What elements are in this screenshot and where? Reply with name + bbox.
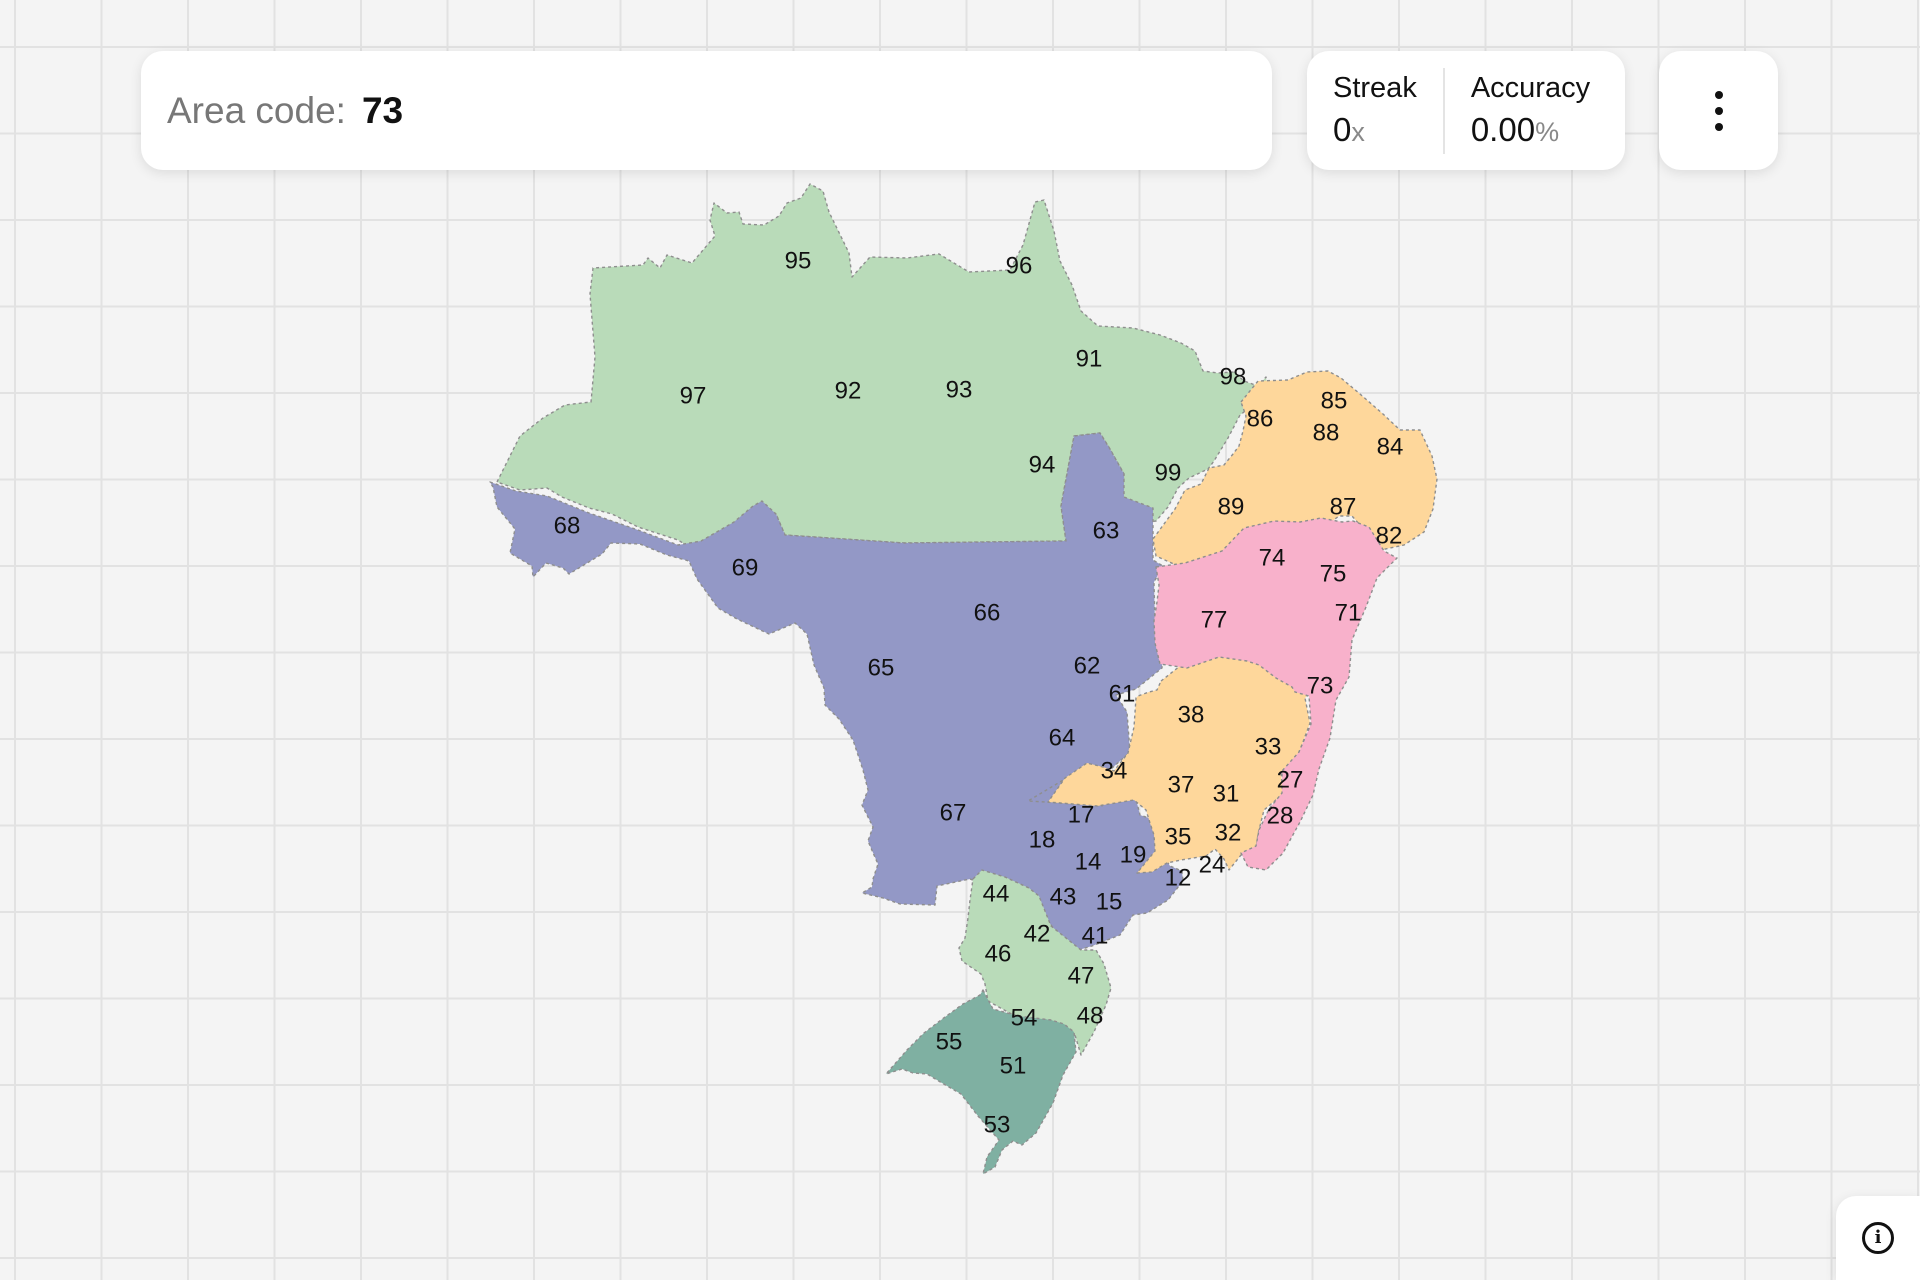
area-code-label: 48: [1077, 1002, 1104, 1029]
brazil-area-code-map: 95 96 97 92 93 91 98 85 86 88 84 94 99 89 87 82 68 63 74 75…: [489, 183, 1438, 1175]
area-code-label: 91: [1076, 345, 1103, 372]
area-code-label: 97: [680, 382, 707, 409]
area-code-label: 82: [1376, 522, 1403, 549]
area-code-label: 14: [1075, 848, 1102, 875]
area-code-label: 73: [1307, 672, 1334, 699]
area-code-label: 46: [985, 940, 1012, 967]
states-north-region: [496, 183, 1269, 557]
area-code-label: 47: [1068, 962, 1095, 989]
region-north[interactable]: [496, 183, 1269, 557]
area-code-label: 63: [1093, 517, 1120, 544]
area-code-label: 94: [1029, 451, 1056, 478]
area-code-label: 12: [1165, 864, 1192, 891]
area-code-label: 33: [1255, 733, 1282, 760]
area-code-label: 54: [1011, 1004, 1038, 1031]
area-code-label: 18: [1029, 826, 1056, 853]
area-code-label: 41: [1082, 922, 1109, 949]
area-code-label: 43: [1050, 883, 1077, 910]
area-code-label: 85: [1321, 387, 1348, 414]
area-code-label: 89: [1218, 493, 1245, 520]
area-code-label: 53: [984, 1111, 1011, 1138]
area-code-label: 86: [1247, 405, 1274, 432]
area-code-label: 24: [1199, 851, 1226, 878]
area-code-label: 62: [1074, 652, 1101, 679]
area-code-label: 99: [1155, 459, 1182, 486]
area-code-label: 32: [1215, 819, 1242, 846]
area-code-label: 51: [1000, 1052, 1027, 1079]
area-code-label: 66: [974, 599, 1001, 626]
area-code-label: 96: [1006, 252, 1033, 279]
area-code-label: 15: [1096, 888, 1123, 915]
area-code-label: 68: [554, 512, 581, 539]
area-code-label: 34: [1101, 757, 1128, 784]
area-code-label: 55: [936, 1028, 963, 1055]
area-code-label: 74: [1259, 544, 1286, 571]
area-code-label: 75: [1320, 560, 1347, 587]
area-code-label: 42: [1024, 920, 1051, 947]
area-code-label: 88: [1313, 419, 1340, 446]
area-code-label: 17: [1068, 801, 1095, 828]
area-code-label: 44: [983, 880, 1010, 907]
area-code-label: 38: [1178, 701, 1205, 728]
area-code-label: 19: [1120, 841, 1147, 868]
area-code-label: 31: [1213, 780, 1240, 807]
area-code-label: 28: [1267, 802, 1294, 829]
area-code-label: 93: [946, 376, 973, 403]
area-code-label: 92: [835, 377, 862, 404]
area-code-label: 69: [732, 554, 759, 581]
area-code-label: 95: [785, 247, 812, 274]
area-code-label: 65: [868, 654, 895, 681]
area-code-label: 35: [1165, 823, 1192, 850]
area-code-label: 84: [1377, 433, 1404, 460]
area-code-label: 64: [1049, 724, 1076, 751]
area-code-label: 77: [1201, 606, 1228, 633]
area-code-label: 87: [1330, 493, 1357, 520]
area-code-label: 67: [940, 799, 967, 826]
area-code-label: 98: [1220, 363, 1247, 390]
area-code-label: 71: [1335, 599, 1362, 626]
area-code-label: 61: [1109, 680, 1136, 707]
area-code-label: 27: [1277, 766, 1304, 793]
area-code-label: 37: [1168, 771, 1195, 798]
